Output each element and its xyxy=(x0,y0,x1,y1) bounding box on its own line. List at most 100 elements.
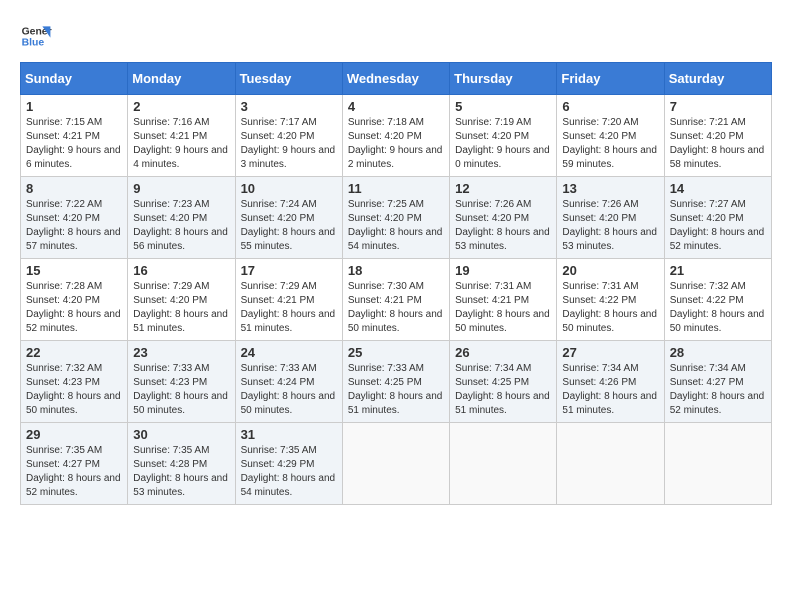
logo: General Blue xyxy=(20,20,52,52)
day-number: 23 xyxy=(133,345,229,360)
calendar-cell: 13 Sunrise: 7:26 AMSunset: 4:20 PMDaylig… xyxy=(557,177,664,259)
weekday-header-friday: Friday xyxy=(557,63,664,95)
svg-text:Blue: Blue xyxy=(22,38,45,49)
weekday-header-saturday: Saturday xyxy=(664,63,771,95)
calendar-cell: 11 Sunrise: 7:25 AMSunset: 4:20 PMDaylig… xyxy=(342,177,449,259)
day-info: Sunrise: 7:24 AMSunset: 4:20 PMDaylight:… xyxy=(241,198,337,254)
calendar-cell: 26 Sunrise: 7:34 AMSunset: 4:25 PMDaylig… xyxy=(450,341,557,423)
day-info: Sunrise: 7:25 AMSunset: 4:20 PMDaylight:… xyxy=(348,198,444,254)
day-number: 26 xyxy=(455,345,551,360)
day-number: 29 xyxy=(26,427,122,442)
day-number: 20 xyxy=(562,263,658,278)
day-info: Sunrise: 7:33 AMSunset: 4:24 PMDaylight:… xyxy=(241,362,337,418)
day-info: Sunrise: 7:17 AMSunset: 4:20 PMDaylight:… xyxy=(241,116,337,172)
day-number: 12 xyxy=(455,181,551,196)
calendar-cell: 31 Sunrise: 7:35 AMSunset: 4:29 PMDaylig… xyxy=(235,423,342,505)
day-info: Sunrise: 7:35 AMSunset: 4:29 PMDaylight:… xyxy=(241,444,337,500)
calendar-cell: 30 Sunrise: 7:35 AMSunset: 4:28 PMDaylig… xyxy=(128,423,235,505)
day-info: Sunrise: 7:31 AMSunset: 4:22 PMDaylight:… xyxy=(562,280,658,336)
day-number: 14 xyxy=(670,181,766,196)
calendar-cell: 5 Sunrise: 7:19 AMSunset: 4:20 PMDayligh… xyxy=(450,95,557,177)
calendar-cell: 12 Sunrise: 7:26 AMSunset: 4:20 PMDaylig… xyxy=(450,177,557,259)
calendar-cell: 15 Sunrise: 7:28 AMSunset: 4:20 PMDaylig… xyxy=(21,259,128,341)
calendar-cell: 6 Sunrise: 7:20 AMSunset: 4:20 PMDayligh… xyxy=(557,95,664,177)
day-info: Sunrise: 7:20 AMSunset: 4:20 PMDaylight:… xyxy=(562,116,658,172)
day-info: Sunrise: 7:21 AMSunset: 4:20 PMDaylight:… xyxy=(670,116,766,172)
calendar-cell: 17 Sunrise: 7:29 AMSunset: 4:21 PMDaylig… xyxy=(235,259,342,341)
day-info: Sunrise: 7:35 AMSunset: 4:27 PMDaylight:… xyxy=(26,444,122,500)
calendar-cell: 4 Sunrise: 7:18 AMSunset: 4:20 PMDayligh… xyxy=(342,95,449,177)
weekday-header-wednesday: Wednesday xyxy=(342,63,449,95)
day-number: 27 xyxy=(562,345,658,360)
day-info: Sunrise: 7:34 AMSunset: 4:25 PMDaylight:… xyxy=(455,362,551,418)
day-info: Sunrise: 7:35 AMSunset: 4:28 PMDaylight:… xyxy=(133,444,229,500)
day-number: 7 xyxy=(670,99,766,114)
weekday-header-sunday: Sunday xyxy=(21,63,128,95)
calendar-cell: 23 Sunrise: 7:33 AMSunset: 4:23 PMDaylig… xyxy=(128,341,235,423)
day-number: 15 xyxy=(26,263,122,278)
day-info: Sunrise: 7:31 AMSunset: 4:21 PMDaylight:… xyxy=(455,280,551,336)
weekday-header-monday: Monday xyxy=(128,63,235,95)
calendar-cell: 9 Sunrise: 7:23 AMSunset: 4:20 PMDayligh… xyxy=(128,177,235,259)
day-info: Sunrise: 7:15 AMSunset: 4:21 PMDaylight:… xyxy=(26,116,122,172)
day-number: 11 xyxy=(348,181,444,196)
calendar-cell: 25 Sunrise: 7:33 AMSunset: 4:25 PMDaylig… xyxy=(342,341,449,423)
calendar-cell: 10 Sunrise: 7:24 AMSunset: 4:20 PMDaylig… xyxy=(235,177,342,259)
day-number: 10 xyxy=(241,181,337,196)
calendar-cell: 7 Sunrise: 7:21 AMSunset: 4:20 PMDayligh… xyxy=(664,95,771,177)
day-number: 5 xyxy=(455,99,551,114)
day-info: Sunrise: 7:16 AMSunset: 4:21 PMDaylight:… xyxy=(133,116,229,172)
calendar-cell: 3 Sunrise: 7:17 AMSunset: 4:20 PMDayligh… xyxy=(235,95,342,177)
day-number: 8 xyxy=(26,181,122,196)
day-number: 16 xyxy=(133,263,229,278)
calendar-week-4: 22 Sunrise: 7:32 AMSunset: 4:23 PMDaylig… xyxy=(21,341,772,423)
calendar-cell: 27 Sunrise: 7:34 AMSunset: 4:26 PMDaylig… xyxy=(557,341,664,423)
day-info: Sunrise: 7:30 AMSunset: 4:21 PMDaylight:… xyxy=(348,280,444,336)
calendar-cell xyxy=(557,423,664,505)
day-number: 1 xyxy=(26,99,122,114)
page-header: General Blue xyxy=(20,20,772,52)
calendar-cell: 1 Sunrise: 7:15 AMSunset: 4:21 PMDayligh… xyxy=(21,95,128,177)
calendar-cell xyxy=(342,423,449,505)
day-info: Sunrise: 7:18 AMSunset: 4:20 PMDaylight:… xyxy=(348,116,444,172)
logo-icon: General Blue xyxy=(20,20,52,52)
day-number: 21 xyxy=(670,263,766,278)
day-info: Sunrise: 7:34 AMSunset: 4:26 PMDaylight:… xyxy=(562,362,658,418)
calendar-week-3: 15 Sunrise: 7:28 AMSunset: 4:20 PMDaylig… xyxy=(21,259,772,341)
day-number: 24 xyxy=(241,345,337,360)
day-info: Sunrise: 7:19 AMSunset: 4:20 PMDaylight:… xyxy=(455,116,551,172)
calendar-week-1: 1 Sunrise: 7:15 AMSunset: 4:21 PMDayligh… xyxy=(21,95,772,177)
calendar-cell xyxy=(664,423,771,505)
day-info: Sunrise: 7:23 AMSunset: 4:20 PMDaylight:… xyxy=(133,198,229,254)
day-info: Sunrise: 7:26 AMSunset: 4:20 PMDaylight:… xyxy=(455,198,551,254)
day-number: 25 xyxy=(348,345,444,360)
calendar-cell xyxy=(450,423,557,505)
day-info: Sunrise: 7:27 AMSunset: 4:20 PMDaylight:… xyxy=(670,198,766,254)
day-info: Sunrise: 7:22 AMSunset: 4:20 PMDaylight:… xyxy=(26,198,122,254)
day-number: 6 xyxy=(562,99,658,114)
calendar-cell: 28 Sunrise: 7:34 AMSunset: 4:27 PMDaylig… xyxy=(664,341,771,423)
day-number: 19 xyxy=(455,263,551,278)
day-info: Sunrise: 7:29 AMSunset: 4:20 PMDaylight:… xyxy=(133,280,229,336)
calendar-table: SundayMondayTuesdayWednesdayThursdayFrid… xyxy=(20,62,772,505)
calendar-cell: 2 Sunrise: 7:16 AMSunset: 4:21 PMDayligh… xyxy=(128,95,235,177)
day-number: 28 xyxy=(670,345,766,360)
calendar-cell: 8 Sunrise: 7:22 AMSunset: 4:20 PMDayligh… xyxy=(21,177,128,259)
day-number: 4 xyxy=(348,99,444,114)
day-number: 2 xyxy=(133,99,229,114)
day-number: 3 xyxy=(241,99,337,114)
calendar-cell: 21 Sunrise: 7:32 AMSunset: 4:22 PMDaylig… xyxy=(664,259,771,341)
calendar-cell: 18 Sunrise: 7:30 AMSunset: 4:21 PMDaylig… xyxy=(342,259,449,341)
day-info: Sunrise: 7:32 AMSunset: 4:22 PMDaylight:… xyxy=(670,280,766,336)
day-info: Sunrise: 7:33 AMSunset: 4:25 PMDaylight:… xyxy=(348,362,444,418)
calendar-cell: 14 Sunrise: 7:27 AMSunset: 4:20 PMDaylig… xyxy=(664,177,771,259)
calendar-cell: 16 Sunrise: 7:29 AMSunset: 4:20 PMDaylig… xyxy=(128,259,235,341)
day-info: Sunrise: 7:32 AMSunset: 4:23 PMDaylight:… xyxy=(26,362,122,418)
day-info: Sunrise: 7:34 AMSunset: 4:27 PMDaylight:… xyxy=(670,362,766,418)
day-number: 18 xyxy=(348,263,444,278)
day-number: 31 xyxy=(241,427,337,442)
weekday-header-tuesday: Tuesday xyxy=(235,63,342,95)
day-info: Sunrise: 7:26 AMSunset: 4:20 PMDaylight:… xyxy=(562,198,658,254)
calendar-cell: 22 Sunrise: 7:32 AMSunset: 4:23 PMDaylig… xyxy=(21,341,128,423)
day-number: 9 xyxy=(133,181,229,196)
